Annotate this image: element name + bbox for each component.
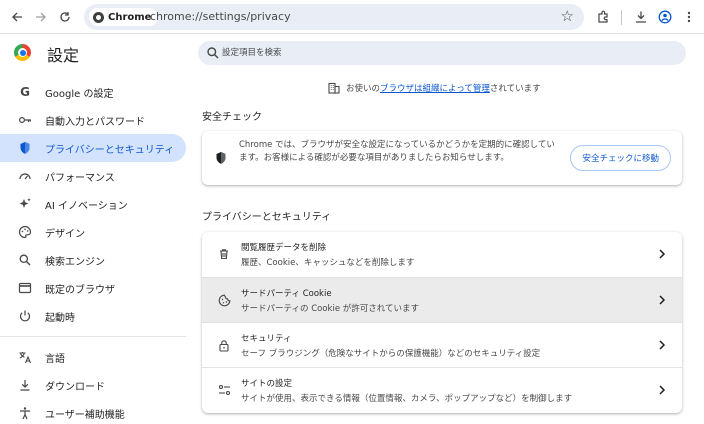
page-title: 設定: [47, 46, 80, 65]
toolbar-divider: [621, 10, 622, 25]
chrome-chip[interactable]: Chrome: [89, 8, 159, 26]
sidebar-item-search-engine[interactable]: 検索エンジン: [0, 246, 186, 274]
sidebar-item-downloads[interactable]: ダウンロード: [0, 371, 186, 399]
speedometer-icon: [18, 169, 32, 183]
sidebar-item-label: 自動入力とパスワード: [45, 116, 145, 128]
sidebar-item-google[interactable]: G Google の設定: [0, 78, 186, 106]
key-icon: [18, 113, 32, 127]
url-text[interactable]: chrome://settings/privacy: [150, 10, 291, 23]
translate-icon: [18, 350, 32, 364]
forward-arrow-icon[interactable]: [30, 6, 52, 28]
sidebar-item-accessibility[interactable]: ユーザー補助機能: [0, 399, 186, 424]
search-icon: [207, 47, 219, 59]
accessibility-icon: [18, 406, 32, 420]
shield-check-icon: [216, 152, 226, 164]
sidebar-item-label: ダウンロード: [45, 381, 105, 393]
sidebar-item-label: 検索エンジン: [45, 256, 105, 268]
sidebar-item-autofill[interactable]: 自動入力とパスワード: [0, 106, 186, 134]
privacy-row-site-settings[interactable]: サイトの設定 サイトが使用、表示できる情報（位置情報、カメラ、ポップアップなど）…: [202, 367, 682, 412]
lock-icon: [217, 338, 231, 352]
tune-icon: [217, 383, 231, 397]
chevron-right-icon: [659, 340, 666, 350]
settings-sidebar: G Google の設定 自動入力とパスワード プライバシーとセキュリティ パフ…: [0, 78, 186, 424]
managed-link[interactable]: ブラウザは組織によって管理: [380, 84, 490, 94]
sidebar-item-default-browser[interactable]: 既定のブラウザ: [0, 274, 186, 302]
safety-check-title: 安全チェック: [202, 112, 262, 123]
row-subtitle: サイトが使用、表示できる情報（位置情報、カメラ、ポップアップなど）を制御します: [241, 394, 573, 404]
row-title: セキュリティ: [241, 334, 292, 344]
privacy-row-clear-browsing-data[interactable]: 閲覧履歴データを削除 履歴、Cookie、キャッシュなどを削除します: [202, 232, 682, 277]
building-icon: [328, 82, 340, 94]
sidebar-item-label: AI イノベーション: [45, 200, 128, 212]
browser-toolbar: Chrome chrome://settings/privacy ☆: [0, 0, 704, 34]
managed-notice: お使いのブラウザは組織によって管理されています: [328, 82, 541, 94]
settings-search[interactable]: [198, 41, 686, 65]
sidebar-item-languages[interactable]: 言語: [0, 343, 186, 371]
browser-window-icon: [18, 281, 32, 295]
sidebar-item-label: 言語: [45, 353, 65, 365]
sidebar-item-label: プライバシーとセキュリティ: [45, 144, 175, 156]
chevron-right-icon: [659, 249, 666, 259]
extensions-puzzle-icon[interactable]: [592, 6, 614, 28]
row-subtitle: 履歴、Cookie、キャッシュなどを削除します: [241, 258, 415, 268]
sidebar-item-label: パフォーマンス: [45, 172, 115, 184]
row-title: 閲覧履歴データを削除: [241, 243, 327, 253]
shield-icon: [18, 141, 32, 155]
profile-avatar-icon[interactable]: [654, 6, 676, 28]
privacy-card: 閲覧履歴データを削除 履歴、Cookie、キャッシュなどを削除します サードパー…: [202, 232, 682, 413]
managed-prefix: お使いの: [346, 84, 381, 94]
chrome-logo-icon: [93, 11, 104, 23]
safety-check-card: Chrome では、ブラウザが安全な設定になっているかどうかを定期的に確認してい…: [202, 131, 682, 185]
sidebar-item-label: ユーザー補助機能: [45, 409, 125, 421]
back-arrow-icon[interactable]: [6, 6, 28, 28]
sidebar-divider: [0, 336, 186, 337]
sidebar-item-on-startup[interactable]: 起動時: [0, 302, 186, 330]
sidebar-item-label: 起動時: [45, 312, 75, 324]
palette-icon: [18, 225, 32, 239]
sidebar-item-ai[interactable]: AI イノベーション: [0, 190, 186, 218]
sidebar-item-privacy[interactable]: プライバシーとセキュリティ: [0, 134, 186, 162]
power-icon: [18, 309, 32, 323]
download-icon[interactable]: [630, 6, 652, 28]
download-icon: [18, 378, 32, 392]
privacy-section-title: プライバシーとセキュリティ: [202, 212, 332, 223]
privacy-row-third-party-cookies[interactable]: サードパーティ Cookie サードパーティの Cookie が許可されています: [202, 277, 682, 322]
address-bar[interactable]: Chrome chrome://settings/privacy ☆: [84, 4, 584, 30]
more-menu-icon[interactable]: [678, 6, 700, 28]
sidebar-item-appearance[interactable]: デザイン: [0, 218, 186, 246]
row-subtitle: サードパーティの Cookie が許可されています: [241, 304, 419, 314]
managed-suffix: されています: [489, 84, 541, 94]
chevron-right-icon: [659, 295, 666, 305]
trash-icon: [217, 247, 231, 261]
sidebar-item-label: デザイン: [45, 228, 85, 240]
chip-label: Chrome: [108, 11, 152, 23]
safety-check-description: Chrome では、ブラウザが安全な設定になっているかどうかを定期的に確認してい…: [239, 140, 555, 163]
chevron-right-icon: [659, 385, 666, 395]
row-title: サイトの設定: [241, 379, 293, 389]
sidebar-item-label: 既定のブラウザ: [45, 284, 115, 296]
go-to-safety-check-button[interactable]: 安全チェックに移動: [570, 145, 671, 171]
row-title: サードパーティ Cookie: [241, 289, 332, 299]
google-icon: G: [20, 85, 30, 99]
row-subtitle: セーフ ブラウジング（危険なサイトからの保護機能）などのセキュリティ設定: [241, 349, 541, 359]
cookie-icon: [217, 293, 231, 307]
chrome-logo-icon: [14, 44, 31, 61]
search-input[interactable]: [222, 44, 672, 62]
search-icon: [18, 253, 32, 267]
reload-icon[interactable]: [54, 6, 76, 28]
sidebar-item-performance[interactable]: パフォーマンス: [0, 162, 186, 190]
privacy-row-security[interactable]: セキュリティ セーフ ブラウジング（危険なサイトからの保護機能）などのセキュリテ…: [202, 322, 682, 367]
sparkle-icon: [18, 197, 32, 211]
bookmark-star-icon[interactable]: ☆: [561, 7, 574, 25]
sidebar-item-label: Google の設定: [45, 88, 114, 100]
